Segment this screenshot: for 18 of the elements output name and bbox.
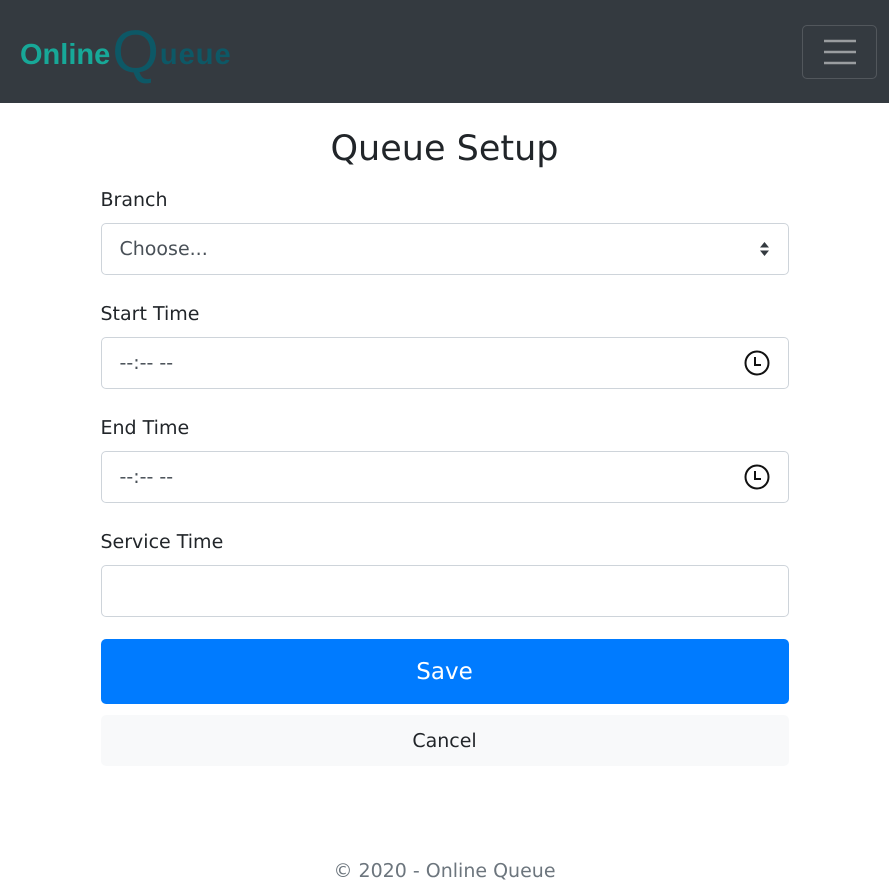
select-arrows-icon — [758, 241, 770, 257]
footer-text: © 2020 - Online Queue — [332, 860, 557, 882]
page-title: Queue Setup — [330, 129, 560, 169]
input-field[interactable] — [100, 565, 788, 617]
branch-select[interactable]: Choose... — [100, 223, 788, 275]
input-field[interactable]: --:-- -- — [100, 451, 788, 503]
brand-logo-text: Online — [20, 40, 110, 70]
clock-icon[interactable] — [744, 464, 770, 490]
clock-icon[interactable] — [744, 350, 770, 376]
save-button[interactable]: Save — [100, 639, 788, 704]
field-label: Start Time — [100, 303, 200, 325]
field-label: Service Time — [100, 531, 224, 553]
menu-button[interactable] — [802, 24, 877, 78]
menu-icon — [822, 38, 856, 64]
field-label: End Time — [100, 417, 190, 439]
input-field[interactable]: --:-- -- — [100, 337, 788, 389]
cancel-button[interactable]: Cancel — [100, 715, 788, 766]
field-label: Branch — [100, 189, 168, 211]
